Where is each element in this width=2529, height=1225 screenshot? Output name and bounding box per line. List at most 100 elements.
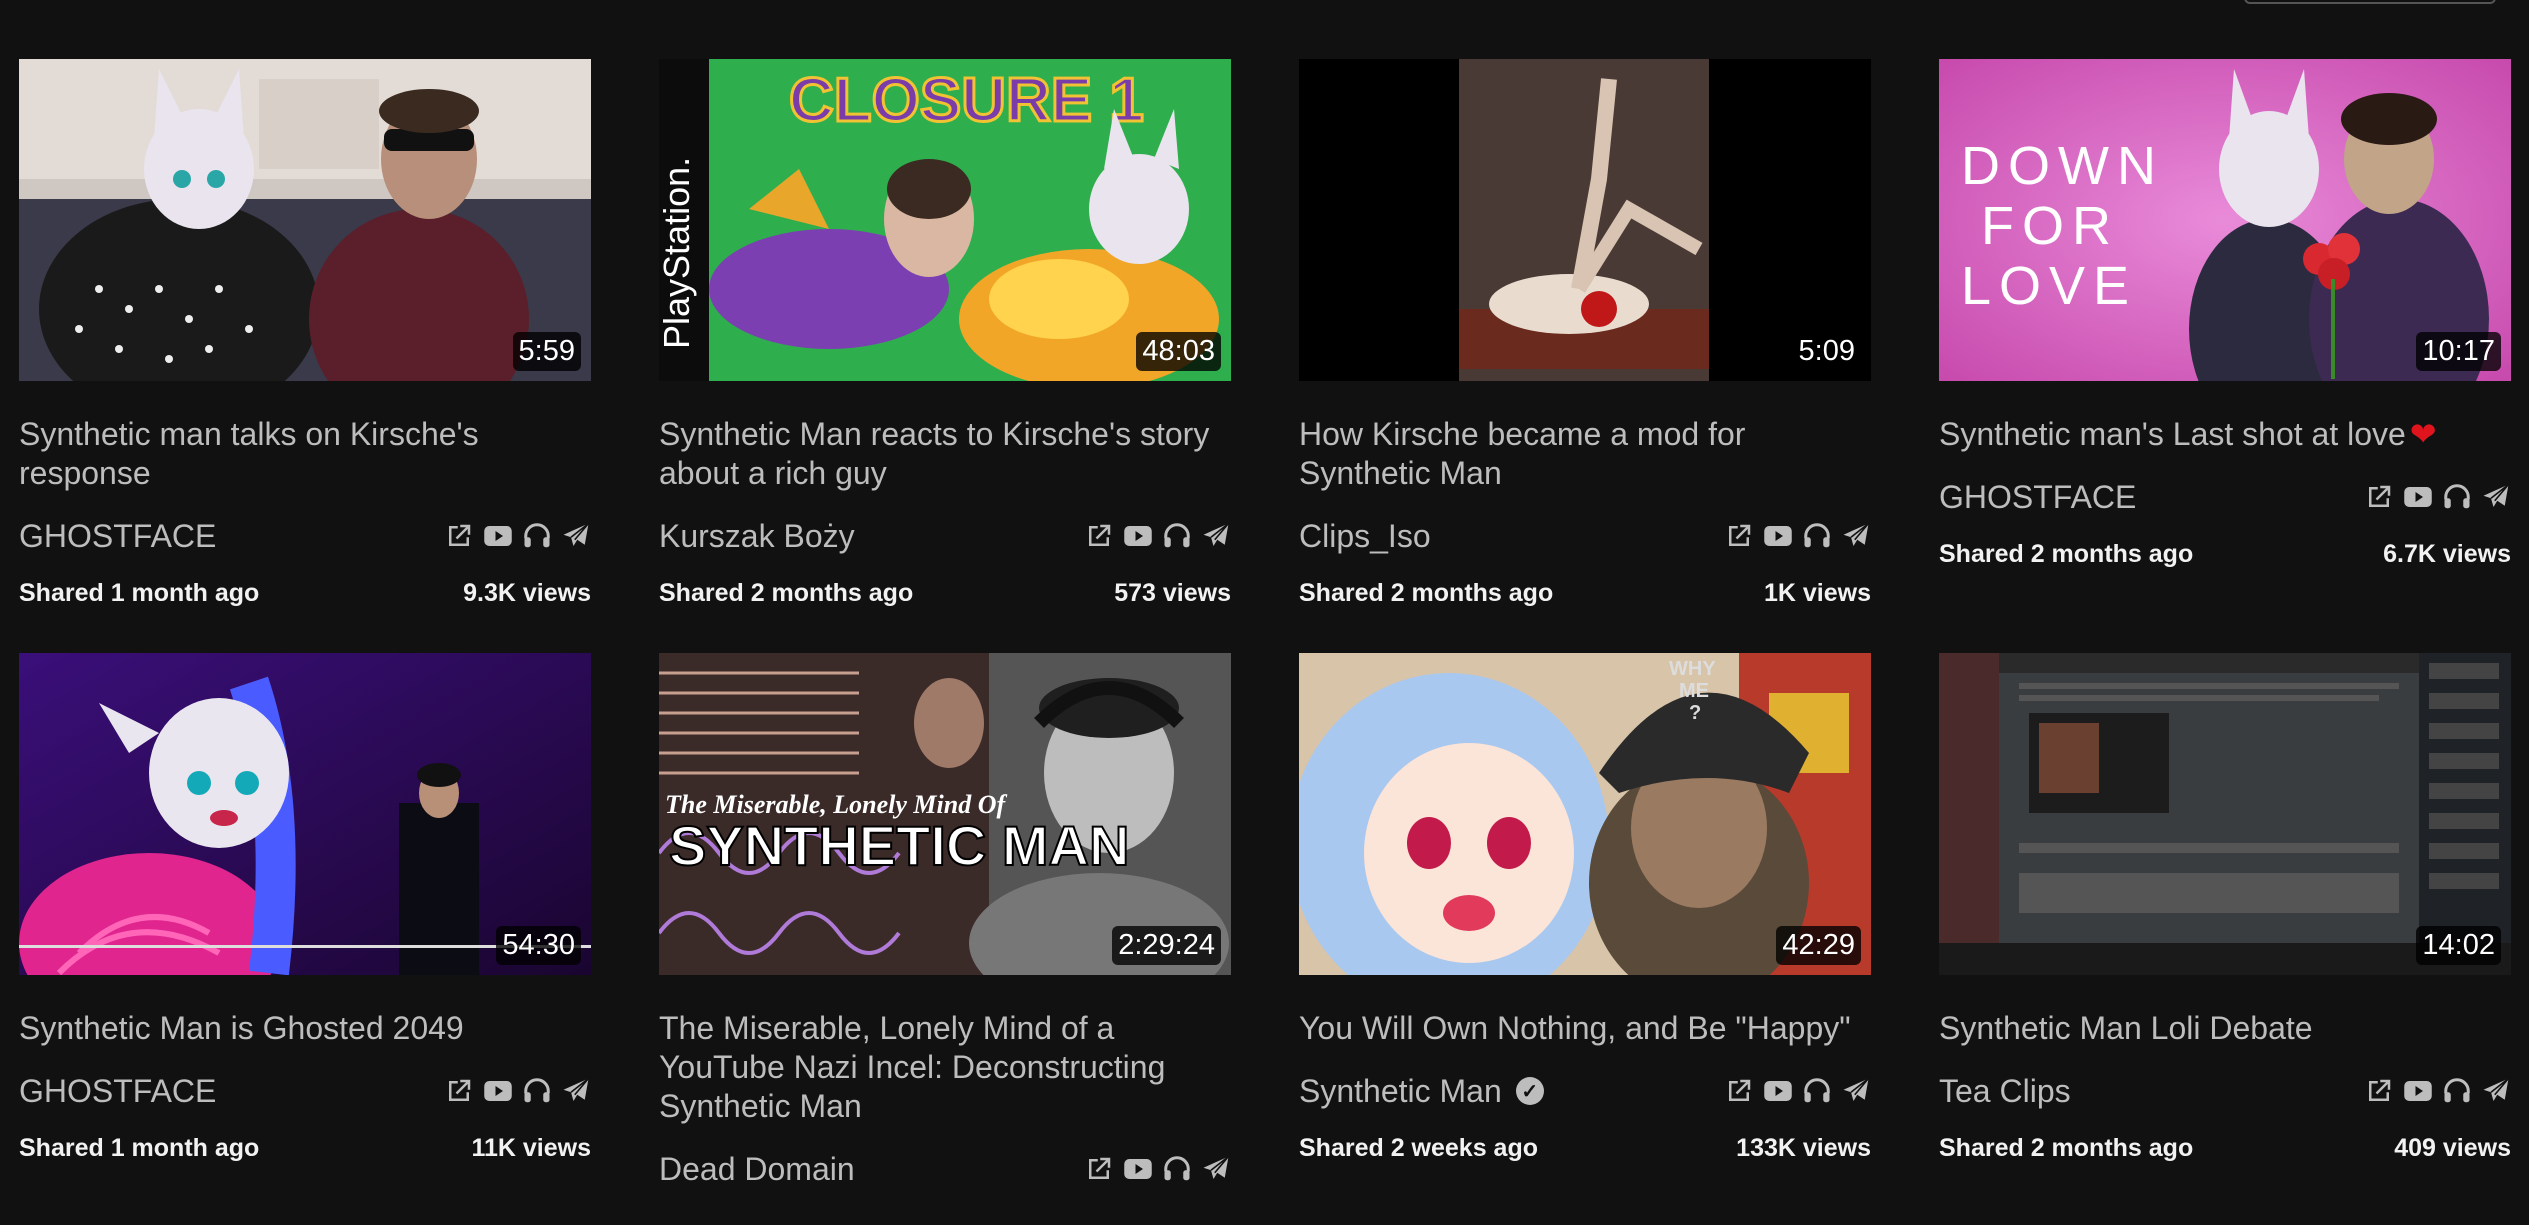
thumbnail-text-line: WHY [1669, 658, 1716, 680]
channel-name[interactable]: Dead Domain [659, 1151, 855, 1188]
video-card: 5:59 Synthetic man talks on Kirsche's re… [19, 59, 591, 653]
view-count: 9.3K views [463, 579, 591, 607]
external-link-icon[interactable] [444, 521, 474, 551]
shared-time: Shared 2 months ago [1939, 540, 2194, 568]
video-grid: 5:59 Synthetic man talks on Kirsche's re… [19, 59, 2511, 1189]
external-link-icon[interactable] [1724, 1076, 1754, 1106]
action-icons [444, 1076, 591, 1106]
video-title[interactable]: Synthetic man's Last shot at love ❤ [1939, 415, 2511, 454]
video-meta: Shared 2 weeks ago 133K views [1299, 1134, 1871, 1163]
video-title[interactable]: You Will Own Nothing, and Be "Happy" [1299, 1009, 1871, 1048]
video-title[interactable]: Synthetic Man Loli Debate [1939, 1009, 2511, 1048]
shared-time: Shared 2 months ago [1939, 1134, 2194, 1162]
top-dropdown-edge[interactable] [2244, 0, 2496, 4]
verified-check-icon: ✓ [1515, 1077, 1544, 1105]
channel-row: Clips_Iso [1299, 516, 1871, 556]
video-card: WHY ME ? 42:29 You Will Own Nothing, and… [1299, 653, 1871, 1189]
external-link-icon[interactable] [1724, 521, 1754, 551]
channel-name[interactable]: GHOSTFACE [1939, 479, 2136, 516]
video-meta: Shared 2 months ago 573 views [659, 579, 1231, 608]
channel-name[interactable]: GHOSTFACE [19, 518, 216, 555]
paper-plane-icon[interactable] [561, 1076, 591, 1106]
youtube-icon[interactable] [2403, 1076, 2433, 1106]
paper-plane-icon[interactable] [1201, 521, 1231, 551]
channel-name[interactable]: Clips_Iso [1299, 518, 1431, 555]
channel-row: Dead Domain [659, 1149, 1231, 1189]
paper-plane-icon[interactable] [561, 521, 591, 551]
external-link-icon[interactable] [1084, 1154, 1114, 1184]
headphones-icon[interactable] [522, 1076, 552, 1106]
view-count: 133K views [1736, 1134, 1871, 1162]
view-count: 1K views [1763, 579, 1871, 607]
video-title[interactable]: Synthetic Man is Ghosted 2049 [19, 1009, 591, 1048]
external-link-icon[interactable] [2364, 482, 2394, 512]
action-icons [1724, 521, 1871, 551]
headphones-icon[interactable] [1162, 1154, 1192, 1184]
headphones-icon[interactable] [522, 521, 552, 551]
headphones-icon[interactable] [1162, 521, 1192, 551]
channel-row: Kurszak Boży [659, 516, 1231, 556]
action-icons [444, 521, 591, 551]
channel-row: Tea Clips [1939, 1071, 2511, 1111]
external-link-icon[interactable] [444, 1076, 474, 1106]
video-thumbnail[interactable]: 5:09 [1299, 59, 1871, 381]
channel-name[interactable]: Tea Clips [1939, 1073, 2071, 1110]
shared-time: Shared 1 month ago [19, 1134, 260, 1162]
duration-badge: 14:02 [2416, 926, 2501, 965]
paper-plane-icon[interactable] [2481, 482, 2511, 512]
youtube-icon[interactable] [1763, 521, 1793, 551]
youtube-icon[interactable] [483, 1076, 513, 1106]
youtube-icon[interactable] [483, 521, 513, 551]
video-title-text: Synthetic man's Last shot at love [1939, 416, 2406, 452]
paper-plane-icon[interactable] [1841, 1076, 1871, 1106]
action-icons [1084, 521, 1231, 551]
video-title[interactable]: How Kirsche became a mod for Synthetic M… [1299, 415, 1871, 493]
youtube-icon[interactable] [1123, 521, 1153, 551]
duration-badge: 5:09 [1792, 332, 1861, 371]
video-meta: Shared 2 months ago 409 views [1939, 1134, 2511, 1163]
shared-time: Shared 2 weeks ago [1299, 1134, 1539, 1162]
video-thumbnail[interactable]: DOWN FOR LOVE 10:17 [1939, 59, 2511, 381]
channel-name[interactable]: Kurszak Boży [659, 518, 855, 555]
video-title[interactable]: Synthetic Man reacts to Kirsche's story … [659, 415, 1231, 493]
thumbnail-text-line: LOVE [1961, 256, 2137, 316]
headphones-icon[interactable] [2442, 1076, 2472, 1106]
external-link-icon[interactable] [1084, 521, 1114, 551]
video-thumbnail[interactable]: 5:59 [19, 59, 591, 381]
video-thumbnail[interactable]: 54:30 [19, 653, 591, 975]
duration-badge: 5:59 [512, 332, 581, 371]
external-link-icon[interactable] [2364, 1076, 2394, 1106]
channel-name-text: Synthetic Man [1299, 1072, 1502, 1109]
video-title[interactable]: The Miserable, Lonely Mind of a YouTube … [659, 1009, 1231, 1126]
duration-badge: 2:29:24 [1112, 926, 1221, 965]
duration-badge: 48:03 [1136, 332, 1221, 371]
view-count: 409 views [2394, 1134, 2511, 1162]
video-thumbnail[interactable]: WHY ME ? 42:29 [1299, 653, 1871, 975]
video-thumbnail[interactable]: 14:02 [1939, 653, 2511, 975]
video-card: 14:02 Synthetic Man Loli Debate Tea Clip… [1939, 653, 2511, 1189]
video-title[interactable]: Synthetic man talks on Kirsche's respons… [19, 415, 591, 493]
paper-plane-icon[interactable] [1841, 521, 1871, 551]
video-meta: Shared 2 months ago 1K views [1299, 579, 1871, 608]
youtube-icon[interactable] [1763, 1076, 1793, 1106]
youtube-icon[interactable] [1123, 1154, 1153, 1184]
thumbnail-text-line: ? [1689, 702, 1701, 724]
headphones-icon[interactable] [1802, 521, 1832, 551]
thumbnail-title-text: CLOSURE 1 [789, 66, 1144, 135]
channel-name[interactable]: GHOSTFACE [19, 1073, 216, 1110]
channel-name[interactable]: Synthetic Man ✓ [1299, 1073, 1544, 1110]
thumbnail-text-line: DOWN [1961, 136, 2164, 196]
headphones-icon[interactable] [2442, 482, 2472, 512]
channel-row: GHOSTFACE [1939, 477, 2511, 517]
action-icons [2364, 482, 2511, 512]
paper-plane-icon[interactable] [1201, 1154, 1231, 1184]
action-icons [1724, 1076, 1871, 1106]
view-count: 11K views [471, 1134, 591, 1162]
paper-plane-icon[interactable] [2481, 1076, 2511, 1106]
video-thumbnail[interactable]: The Miserable, Lonely Mind Of SYNTHETIC … [659, 653, 1231, 975]
video-thumbnail[interactable]: PlayStation. CLOSURE 1 48:03 [659, 59, 1231, 381]
headphones-icon[interactable] [1802, 1076, 1832, 1106]
thumbnail-text-line: ME [1679, 680, 1709, 702]
video-card: 54:30 Synthetic Man is Ghosted 2049 GHOS… [19, 653, 591, 1189]
youtube-icon[interactable] [2403, 482, 2433, 512]
